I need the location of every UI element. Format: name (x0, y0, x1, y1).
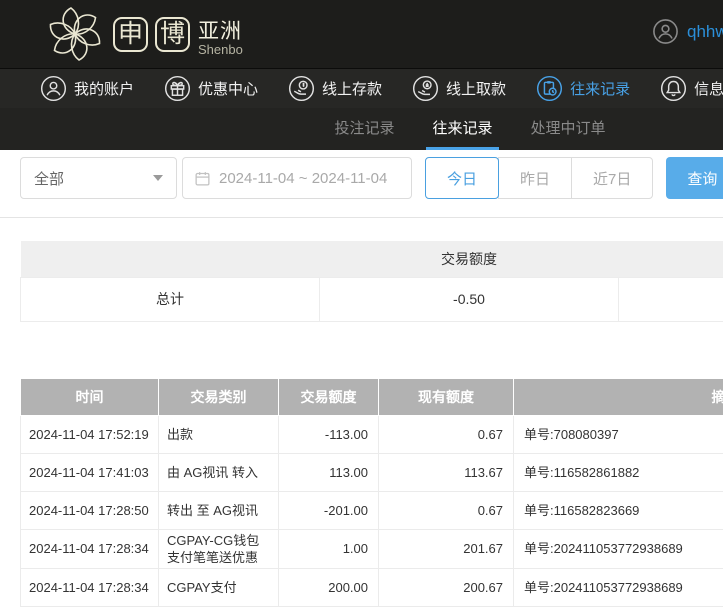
filter-bar: 全部 2024-11-04 ~ 2024-11-04 今日 昨日 近7日 查询 (0, 150, 723, 218)
brand-region: 亚洲 (198, 21, 243, 43)
cell-balance: 0.67 (379, 415, 514, 453)
cell-note: 单号:202411053772938689 (514, 568, 723, 606)
category-select-value: 全部 (34, 168, 64, 189)
col-header-balance: 现有额度 (379, 378, 514, 415)
table-row: 2024-11-04 17:28:34 CGPAY-CG钱包支付笔笔送优惠 1.… (21, 529, 723, 568)
table-row: 2024-11-04 17:28:34 CGPAY支付 200.00 200.6… (21, 568, 723, 606)
cell-type: CGPAY-CG钱包支付笔笔送优惠 (159, 529, 279, 568)
summary-empty-cell (619, 277, 723, 321)
cell-note: 单号:116582861882 (514, 453, 723, 491)
chevron-down-icon (153, 175, 163, 181)
nav-item-deposit[interactable]: 线上存款 (288, 75, 382, 102)
summary-total-row: 总计 -0.50 (21, 277, 723, 321)
cell-balance: 0.67 (379, 491, 514, 529)
records-icon (536, 75, 563, 102)
withdraw-icon (412, 75, 439, 102)
col-header-note: 摘要 (514, 378, 723, 415)
summary-header-label: 交易额度 (320, 241, 619, 277)
summary-table: 交易额度 总计 -0.50 (20, 241, 723, 322)
nav-label: 往来记录 (570, 78, 630, 99)
cell-balance: 201.67 (379, 529, 514, 568)
summary-header-spacer (21, 241, 320, 277)
calendar-icon (194, 170, 211, 187)
nav-item-transactions[interactable]: 往来记录 (536, 75, 630, 102)
bell-icon (660, 75, 687, 102)
tab-bet-records[interactable]: 投注记录 (328, 108, 400, 150)
col-header-amount: 交易额度 (279, 378, 379, 415)
cell-type: 转出 至 AG视讯 (159, 491, 279, 529)
account-menu[interactable]: qhhw (652, 18, 723, 45)
tab-pending-orders[interactable]: 处理中订单 (525, 108, 612, 150)
nav-label: 线上存款 (322, 78, 382, 99)
gift-icon (164, 75, 191, 102)
tab-transaction-records[interactable]: 往来记录 (426, 108, 498, 150)
cell-time: 2024-11-04 17:28:50 (21, 491, 159, 529)
summary-total-label: 总计 (21, 277, 320, 321)
summary-total-value: -0.50 (320, 277, 619, 321)
nav-label: 信息 (694, 78, 723, 99)
nav-item-my-account[interactable]: 我的账户 (40, 75, 134, 102)
cell-type: 出款 (159, 415, 279, 453)
last7days-button[interactable]: 近7日 (571, 157, 653, 199)
user-icon (40, 75, 67, 102)
brand-char-left: 申 (113, 17, 148, 52)
cell-time: 2024-11-04 17:28:34 (21, 568, 159, 606)
nav-item-promotions[interactable]: 优惠中心 (164, 75, 258, 102)
cell-amount: 200.00 (279, 568, 379, 606)
cell-time: 2024-11-04 17:52:19 (21, 415, 159, 453)
user-avatar-icon (652, 18, 679, 45)
summary-header-spacer (619, 241, 723, 277)
transactions-body: 2024-11-04 17:52:19 出款 -113.00 0.67 单号:7… (21, 415, 723, 606)
brand-subtitle: Shenbo (198, 43, 243, 57)
cell-balance: 113.67 (379, 453, 514, 491)
top-header: 申 博 亚洲 Shenbo qhhw (0, 0, 723, 68)
nav-label: 优惠中心 (198, 78, 258, 99)
nav-item-messages[interactable]: 信息 (660, 75, 723, 102)
cell-note: 单号:708080397 (514, 415, 723, 453)
search-button[interactable]: 查询 (666, 157, 723, 199)
cell-type: CGPAY支付 (159, 568, 279, 606)
cell-amount: 1.00 (279, 529, 379, 568)
date-range-value: 2024-11-04 ~ 2024-11-04 (219, 170, 387, 187)
col-header-time: 时间 (21, 378, 159, 415)
table-row: 2024-11-04 17:41:03 由 AG视讯 转入 113.00 113… (21, 453, 723, 491)
flower-logo-icon (44, 3, 106, 65)
cell-amount: 113.00 (279, 453, 379, 491)
summary-header-row: 交易额度 (21, 241, 723, 277)
transactions-header-row: 时间 交易类别 交易额度 现有额度 摘要 (21, 378, 723, 415)
table-row: 2024-11-04 17:52:19 出款 -113.00 0.67 单号:7… (21, 415, 723, 453)
username[interactable]: qhhw (687, 22, 723, 42)
yesterday-button[interactable]: 昨日 (498, 157, 572, 199)
cell-amount: -113.00 (279, 415, 379, 453)
cell-note: 单号:202411053772938689 (514, 529, 723, 568)
deposit-icon (288, 75, 315, 102)
date-range-input[interactable]: 2024-11-04 ~ 2024-11-04 (182, 157, 412, 199)
nav-item-withdraw[interactable]: 线上取款 (412, 75, 506, 102)
cell-balance: 200.67 (379, 568, 514, 606)
transactions-table: 时间 交易类别 交易额度 现有额度 摘要 2024-11-04 17:52:19… (20, 378, 723, 607)
brand-char-right: 博 (155, 17, 190, 52)
brand-logo[interactable]: 申 博 亚洲 Shenbo (44, 3, 243, 65)
nav-label: 线上取款 (446, 78, 506, 99)
cell-time: 2024-11-04 17:41:03 (21, 453, 159, 491)
table-row: 2024-11-04 17:28:50 转出 至 AG视讯 -201.00 0.… (21, 491, 723, 529)
cell-amount: -201.00 (279, 491, 379, 529)
page: 申 博 亚洲 Shenbo qhhw 我的账户 (0, 0, 723, 607)
quick-range-group: 今日 昨日 近7日 (425, 157, 653, 199)
cell-note: 单号:116582823669 (514, 491, 723, 529)
subnav: 投注记录 往来记录 处理中订单 (0, 108, 723, 150)
main-nav: 我的账户 优惠中心 线上存款 线上取款 往来记录 (0, 68, 723, 108)
category-select[interactable]: 全部 (20, 157, 177, 199)
nav-label: 我的账户 (74, 78, 134, 99)
col-header-type: 交易类别 (159, 378, 279, 415)
cell-type: 由 AG视讯 转入 (159, 453, 279, 491)
today-button[interactable]: 今日 (425, 157, 499, 199)
cell-time: 2024-11-04 17:28:34 (21, 529, 159, 568)
